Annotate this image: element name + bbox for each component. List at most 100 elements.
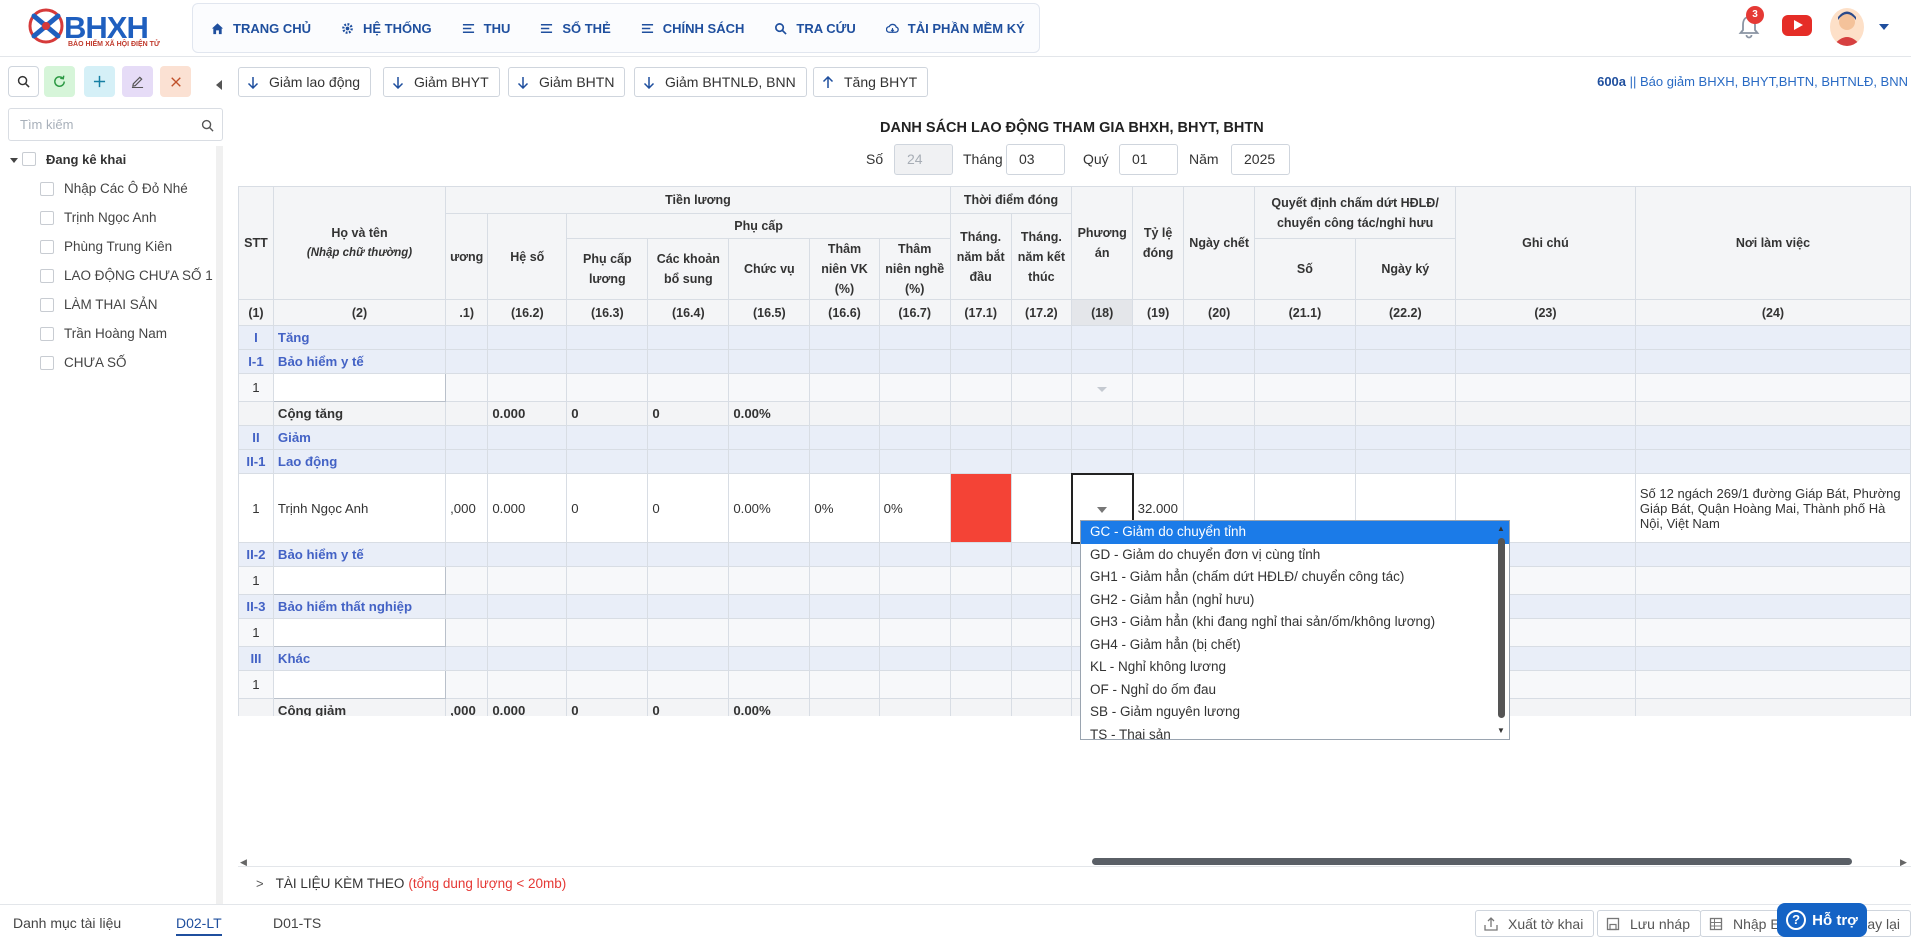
thang-field[interactable]: 03 [1006,144,1065,175]
dropdown-scrollbar[interactable] [1498,538,1505,718]
help-button[interactable]: ? Hỗ trợ [1777,903,1867,937]
collapse-panel-chevron-left-icon[interactable] [216,80,222,90]
refresh-button[interactable] [44,66,75,97]
scroll-up-icon[interactable]: ▲ [1497,524,1505,533]
table-row[interactable]: 1 [238,618,1911,647]
pc-luong-cell: 0 [566,698,649,716]
name-cell[interactable] [272,373,447,402]
tree-item[interactable]: LÀM THAI SẢN [10,290,215,319]
name-cell[interactable]: Trịnh Ngọc Anh [272,473,447,543]
tree-item-checkbox[interactable] [40,181,54,196]
search-input[interactable] [20,109,200,139]
search-icon[interactable] [201,119,214,132]
tree-item-checkbox[interactable] [40,210,54,225]
tab-d02-lt[interactable]: D02-LT [176,915,222,936]
nav-he-thong[interactable]: HỆ THỐNG [341,21,432,36]
table-row[interactable]: 1 [238,670,1911,699]
header-qd-ngay-ky: Ngày ký [1354,238,1456,300]
tree-item[interactable]: Nhập Các Ô Đỏ Nhé [10,174,215,203]
bhxh-logo[interactable]: BHXH BẢO HIỂM XÃ HỘI ĐIỆN TỬ [26,6,176,50]
button-label: Nhập E [1733,915,1780,932]
dropdown-option[interactable]: KL - Nghỉ không lương [1081,656,1509,679]
tree-item[interactable]: Trịnh Ngọc Anh [10,203,215,232]
horizontal-scrollbar[interactable] [1092,858,1852,865]
nav-chinh-sach[interactable]: CHÍNH SÁCH [641,21,744,36]
tree-item-checkbox[interactable] [40,355,54,370]
dropdown-option[interactable]: GH4 - Giảm hẳn (bị chết) [1081,634,1509,657]
tang-bhyt-button[interactable]: Tăng BHYT [813,67,929,97]
header-phu-cap-luong: Phụ cấp lương [566,238,649,300]
dropdown-option[interactable]: GH1 - Giảm hẳn (chấm dứt HĐLĐ/ chuyển cô… [1081,566,1509,589]
dropdown-option[interactable]: GH3 - Giảm hẳn (khi đang nghỉ thai sản/ố… [1081,611,1509,634]
giam-bhyt-button[interactable]: Giảm BHYT [383,67,500,97]
dropdown-option[interactable]: GH2 - Giảm hẳn (nghỉ hưu) [1081,589,1509,612]
tree-item[interactable]: LAO ĐỘNG CHƯA SỐ 1 [10,261,215,290]
noi-lam-viec-cell[interactable]: Số 12 ngách 269/1 đường Giáp Bát, Phường… [1634,473,1911,543]
thang-ket-thuc-cell[interactable] [1010,473,1073,543]
sidebar-scrollbar[interactable] [216,146,223,911]
bo-sung-cell[interactable]: 0 [647,473,730,543]
giam-lao-dong-button[interactable]: Giảm lao động [238,67,372,97]
tn-vk-cell[interactable]: 0% [809,473,880,543]
tree-item-checkbox[interactable] [40,297,54,312]
tree-item[interactable]: Phùng Trung Kiên [10,232,215,261]
giam-bhtn-button[interactable]: Giảm BHTN [508,67,626,97]
tab-danh-muc-tai-lieu[interactable]: Danh mục tài liệu [13,915,121,931]
phuong-an-cell[interactable] [1071,373,1134,402]
dropdown-option[interactable]: OF - Nghỉ do ốm đau [1081,679,1509,702]
header-tham-nien-vk: Thâm niên VK (%) [809,238,880,300]
tree-item-checkbox[interactable] [40,268,54,283]
row-label: Bảo hiểm y tế [272,542,447,567]
table-row[interactable]: 1 [238,566,1911,595]
he-so-cell[interactable]: 0.000 [487,473,568,543]
tree-item-checkbox[interactable] [40,239,54,254]
cloud-icon [885,23,899,33]
tree-root-checkbox[interactable] [22,152,36,166]
pc-luong-cell[interactable]: 0 [566,473,649,543]
thang-bat-dau-required-cell[interactable] [949,473,1012,543]
table-row[interactable]: 1 [238,373,1911,402]
header-he-so: Hệ số [487,213,568,300]
muc-luong-cell[interactable]: ,000 [445,473,489,543]
name-cell[interactable] [272,618,447,647]
caret-down-icon[interactable] [10,157,18,163]
nav-so-the[interactable]: SỔ THẺ [540,20,611,36]
attachments-section[interactable]: > TÀI LIỆU KÈM THEO (tổng dung lượng < 2… [238,866,1911,900]
nav-label: SỔ THẺ [562,20,611,36]
chuc-vu-cell[interactable]: 0.00% [728,473,811,543]
name-cell[interactable] [272,566,447,595]
tree-item[interactable]: Trần Hoàng Nam [10,319,215,348]
scroll-down-icon[interactable]: ▼ [1497,726,1505,735]
tree-item-checkbox[interactable] [40,326,54,341]
tree-item[interactable]: CHƯA SỐ [10,348,215,377]
chevron-right-icon[interactable]: > [256,876,264,891]
tab-d01-ts[interactable]: D01-TS [273,915,321,931]
chevron-down-icon[interactable] [1097,506,1108,513]
nav-tra-cuu[interactable]: TRA CỨU [774,21,856,36]
nav-tai-phan-mem-ky[interactable]: TẢI PHẦN MỀM KÝ [885,21,1025,36]
luu-nhap-button[interactable]: Lưu nháp [1597,910,1701,937]
nam-field[interactable]: 2025 [1231,144,1290,175]
avatar[interactable] [1830,8,1864,46]
xuat-to-khai-button[interactable]: Xuất tờ khai [1475,910,1595,937]
giam-bhtnld-bnn-button[interactable]: Giảm BHTNLĐ, BNN [634,67,807,97]
quy-field[interactable]: 01 [1119,144,1178,175]
add-button[interactable] [84,66,115,97]
dropdown-option[interactable]: TS - Thai sản [1081,724,1509,740]
youtube-icon[interactable] [1782,15,1812,36]
dropdown-option[interactable]: SB - Giảm nguyên lương [1081,701,1509,724]
search-toggle-button[interactable] [8,66,39,97]
tn-nghe-cell[interactable]: 0% [878,473,951,543]
row-stt: 1 [238,373,274,402]
table-row[interactable]: 1 Trịnh Ngọc Anh ,000 0.000 0 0 0.00% 0%… [238,472,1911,544]
user-menu-chevron-down-icon[interactable] [1879,24,1889,30]
dropdown-option[interactable]: GC - Giảm do chuyển tỉnh [1081,521,1509,544]
nav-trang-chu[interactable]: TRANG CHỦ [211,21,311,36]
tree-root[interactable]: Đang kê khai [10,150,215,168]
name-cell[interactable] [272,670,447,699]
dropdown-option[interactable]: GD - Giảm do chuyển đơn vị cùng tỉnh [1081,544,1509,567]
nav-thu[interactable]: THU [462,21,510,36]
delete-button[interactable] [160,66,191,97]
button-label: Giảm BHTN [539,74,615,90]
edit-button[interactable] [122,66,153,97]
